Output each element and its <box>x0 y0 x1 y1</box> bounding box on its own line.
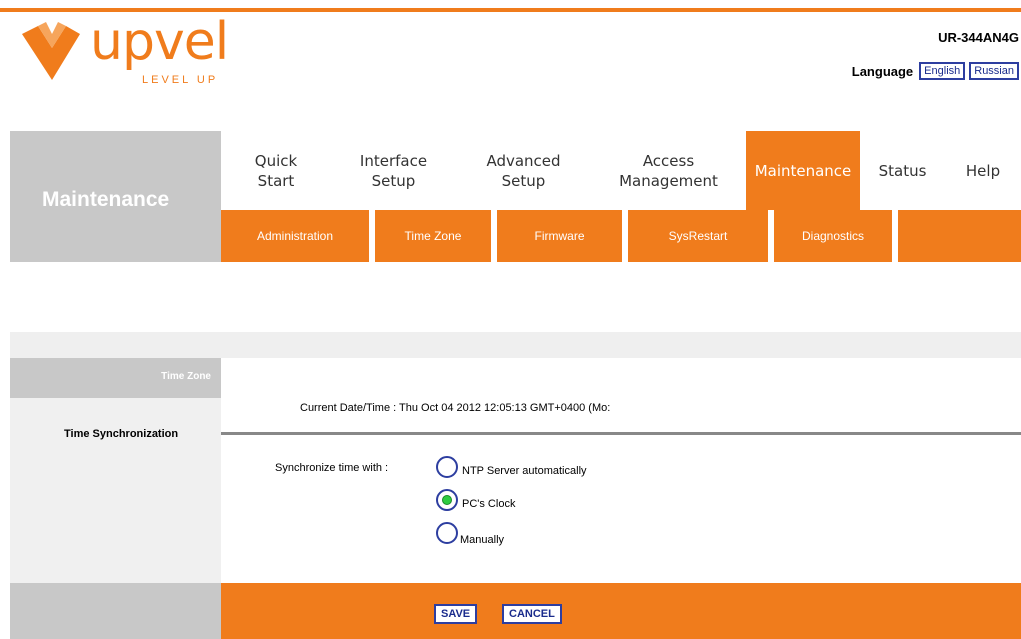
footer-bar <box>221 583 1021 639</box>
subtab-sysrestart[interactable]: SysRestart <box>628 210 768 262</box>
radio-button[interactable] <box>436 456 458 478</box>
logo-chevron-icon <box>22 22 80 80</box>
tab-advanced-setup[interactable]: Advanced Setup <box>456 131 591 210</box>
tab-label-line1: Quick <box>254 152 298 170</box>
section-title: Maintenance <box>42 188 170 211</box>
russian-button[interactable]: Russian <box>969 62 1019 80</box>
sub-nav: Administration Time Zone Firmware SysRes… <box>221 210 1021 262</box>
radio-label: Manually <box>460 534 505 546</box>
footer-left-panel <box>10 583 221 639</box>
current-date-time: Current Date/Time : Thu Oct 04 2012 12:0… <box>300 402 611 414</box>
save-button[interactable]: SAVE <box>434 604 478 624</box>
radio-label: NTP Server automatically <box>462 465 587 477</box>
tab-quick-start[interactable]: Quick Start <box>221 131 331 210</box>
logo-tagline: LEVEL UP <box>142 74 219 86</box>
english-button[interactable]: English <box>919 62 966 80</box>
left-label-column: Time Synchronization <box>10 398 221 583</box>
subtab-firmware[interactable]: Firmware <box>497 210 622 262</box>
section-title-panel: Maintenance <box>10 131 221 262</box>
tab-maintenance[interactable]: Maintenance <box>746 131 860 210</box>
subtab-administration[interactable]: Administration <box>221 210 369 262</box>
model-name: UR-344AN4G <box>938 30 1019 45</box>
tab-label-line1: Interface <box>359 152 428 170</box>
tab-label: Help <box>965 162 1001 180</box>
upvel-logo: upvel LEVEL UP <box>18 12 248 88</box>
section-header: Time Zone <box>10 358 221 398</box>
radio-label: PC's Clock <box>462 498 516 510</box>
tab-label: Maintenance <box>754 162 852 180</box>
option-ntp-server[interactable]: NTP Server automatically <box>436 456 587 478</box>
cancel-button[interactable]: CANCEL <box>502 604 562 624</box>
radio-button-checked[interactable] <box>436 489 458 511</box>
subnav-divider <box>892 210 898 262</box>
tab-label-line1: Access <box>642 152 695 170</box>
main-nav: Quick Start Interface Setup Advanced Setup … <box>221 131 1021 210</box>
radio-button[interactable] <box>436 522 458 544</box>
section-header-label: Time Zone <box>161 371 211 382</box>
tab-label-line2: Management <box>619 172 718 190</box>
tab-label-line2: Setup <box>501 172 546 190</box>
content-top-strip <box>10 332 1021 358</box>
subtab-time-zone[interactable]: Time Zone <box>375 210 491 262</box>
tab-label: Status <box>878 162 927 180</box>
tab-label-line2: Start <box>257 172 295 190</box>
language-selector: Language English Russian <box>852 62 1019 80</box>
tab-label-line2: Setup <box>371 172 416 190</box>
logo-wordmark: upvel <box>90 12 229 72</box>
tab-access-management[interactable]: Access Management <box>591 131 746 210</box>
tab-help[interactable]: Help <box>945 131 1021 210</box>
time-sync-label: Time Synchronization <box>64 428 179 440</box>
tab-status[interactable]: Status <box>860 131 945 210</box>
language-label: Language <box>851 63 914 79</box>
option-pc-clock[interactable]: PC's Clock <box>436 489 515 511</box>
subtab-diagnostics[interactable]: Diagnostics <box>774 210 892 262</box>
tab-label-line1: Advanced <box>486 152 561 170</box>
synchronize-label: Synchronize time with : <box>275 462 389 474</box>
option-manually[interactable]: Manually <box>436 520 504 546</box>
tab-interface-setup[interactable]: Interface Setup <box>331 131 456 210</box>
section-divider <box>221 432 1021 435</box>
